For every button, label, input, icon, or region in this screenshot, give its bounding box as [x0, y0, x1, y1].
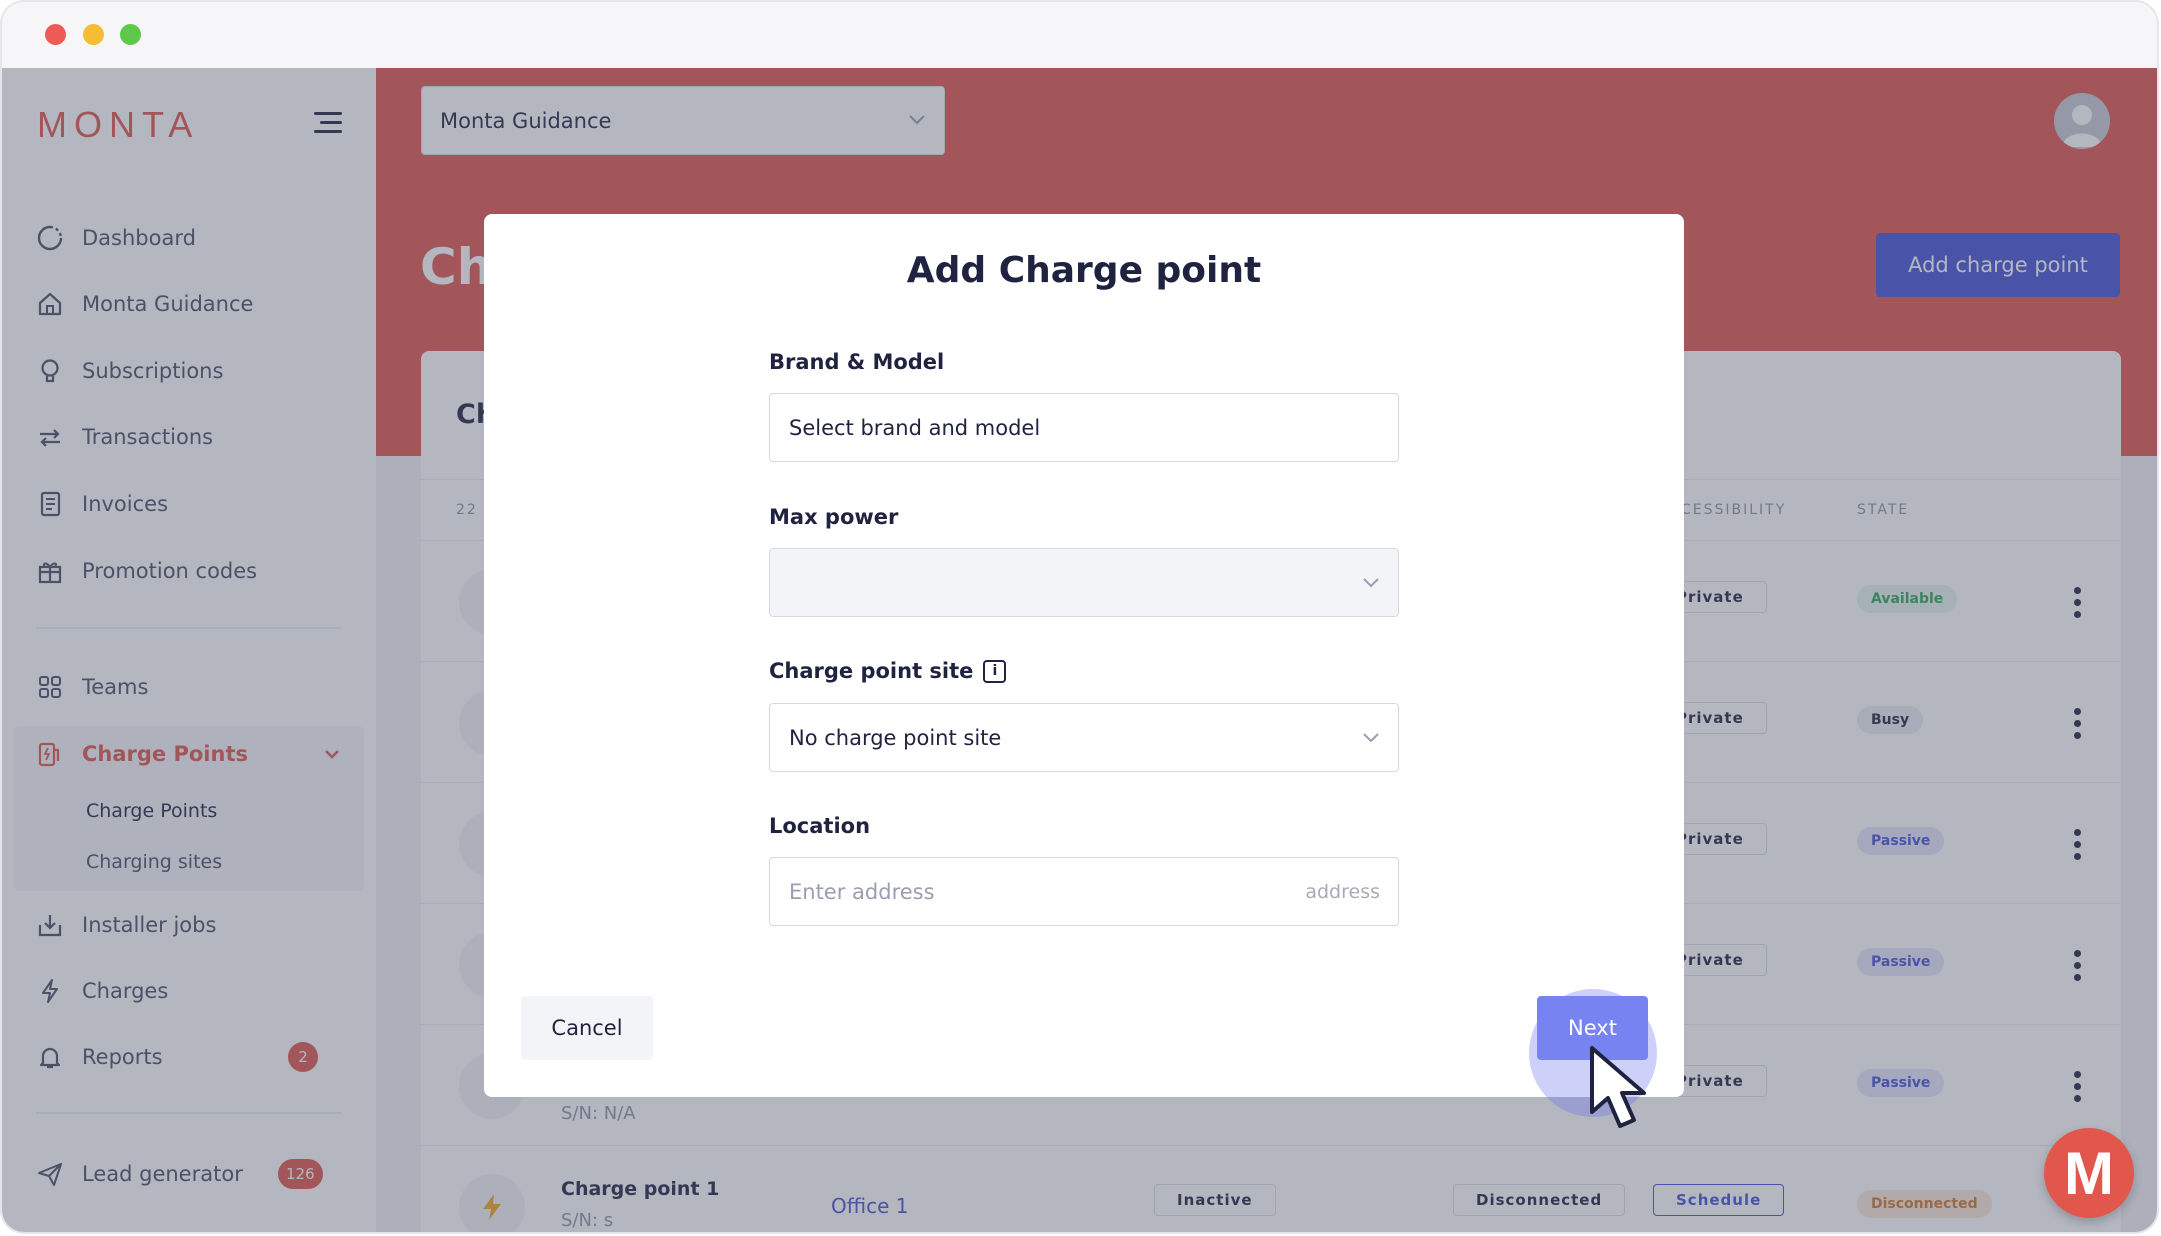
title-bar — [2, 2, 2157, 68]
mouse-cursor-icon — [1590, 1046, 1646, 1128]
maximize-window-button[interactable] — [120, 24, 141, 45]
location-label-text: Location — [769, 814, 871, 838]
site-value: No charge point site — [789, 725, 1002, 750]
chevron-down-icon — [1363, 733, 1379, 743]
help-chat-button[interactable]: M — [2044, 1128, 2134, 1218]
modal-title: Add Charge point — [906, 250, 1262, 291]
location-placeholder: Enter address — [789, 879, 935, 904]
cancel-button[interactable]: Cancel — [521, 996, 653, 1060]
brand-model-label: Brand & Model — [769, 350, 944, 374]
charge-point-site-select[interactable]: No charge point site — [769, 703, 1399, 772]
brand-model-field[interactable]: Select brand and model — [769, 393, 1399, 462]
site-label-text: Charge point site — [769, 659, 974, 683]
add-charge-point-modal: Add Charge point Brand & Model Select br… — [484, 214, 1684, 1117]
max-power-label-text: Max power — [769, 505, 899, 529]
max-power-select[interactable] — [769, 548, 1399, 617]
location-suffix: address — [1305, 880, 1380, 903]
brand-model-label-text: Brand & Model — [769, 350, 945, 374]
site-label: Charge point site i — [769, 659, 1007, 683]
location-input[interactable]: Enter address address — [769, 857, 1399, 926]
chevron-down-icon — [1363, 578, 1379, 588]
location-label: Location — [769, 814, 870, 838]
minimize-window-button[interactable] — [83, 24, 104, 45]
app-window: MONTA Dashboard Monta Guidance Subscript… — [2, 2, 2157, 1232]
info-icon[interactable]: i — [983, 659, 1007, 683]
close-window-button[interactable] — [45, 24, 66, 45]
max-power-label: Max power — [769, 505, 898, 529]
brand-model-value: Select brand and model — [789, 415, 1041, 440]
